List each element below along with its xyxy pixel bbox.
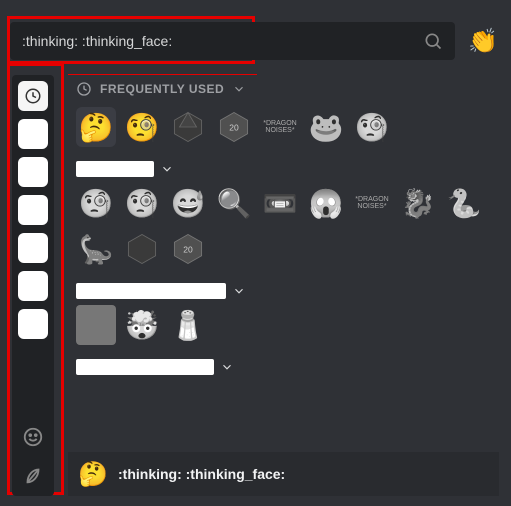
emoji-category-sidebar: [12, 75, 54, 496]
sidebar-server-2[interactable]: [18, 157, 48, 187]
emoji-sauropod[interactable]: 🦕: [76, 229, 116, 269]
server-c-label: [76, 359, 214, 375]
emoji-salt[interactable]: 🧂: [168, 305, 208, 345]
skin-tone-picker[interactable]: 👏: [467, 25, 499, 57]
chevron-down-icon: [160, 162, 174, 176]
frequently-used-row: 🤔 🧐 20 *DRAGONNOISES* 🐸 🧐: [68, 103, 499, 155]
sidebar-recent[interactable]: [18, 81, 48, 111]
emoji-d20-num[interactable]: 20: [214, 107, 254, 147]
emoji-frog[interactable]: 🐸: [306, 107, 346, 147]
emoji-search-input[interactable]: :thinking: :thinking_face:: [10, 22, 455, 60]
search-icon: [423, 31, 443, 51]
emoji-d20-dark[interactable]: [168, 107, 208, 147]
frequently-used-label: FREQUENTLY USED: [100, 82, 224, 96]
server-a-header[interactable]: [68, 155, 499, 179]
server-b-label: [76, 283, 226, 299]
emoji-grid: FREQUENTLY USED 🤔 🧐 20 *DRAGONNOISES* 🐸 …: [68, 75, 499, 496]
emoji-dragon[interactable]: 🐉: [398, 183, 438, 223]
clock-icon: [76, 81, 92, 97]
preview-thinking-icon: 🤔: [78, 459, 108, 489]
sidebar-server-4[interactable]: [18, 233, 48, 263]
sidebar-nature-category[interactable]: [18, 460, 48, 490]
chevron-down-icon: [232, 284, 246, 298]
emoji-snake[interactable]: 🐍: [444, 183, 484, 223]
emoji-monocle[interactable]: 🧐: [76, 183, 116, 223]
emoji-monocle[interactable]: 🧐: [122, 107, 162, 147]
preview-text: :thinking: :thinking_face:: [118, 466, 285, 482]
server-b-row: 🤯 🧂: [68, 301, 499, 353]
emoji-monocle-magnify[interactable]: 🔍: [214, 183, 254, 223]
emoji-thinking[interactable]: 🤔: [76, 107, 116, 147]
clap-icon: 👏: [468, 27, 498, 56]
emoji-dragon-noises-text[interactable]: *DRAGONNOISES*: [352, 183, 392, 223]
server-c-header[interactable]: [68, 353, 499, 377]
emoji-exploding-head[interactable]: 🤯: [122, 305, 162, 345]
emoji-cassette[interactable]: 📼: [260, 183, 300, 223]
sidebar-server-1[interactable]: [18, 119, 48, 149]
emoji-preview-bar: 🤔 :thinking: :thinking_face:: [68, 452, 499, 496]
server-b-header[interactable]: [68, 277, 499, 301]
emoji-monocle-gray[interactable]: 🧐: [352, 107, 392, 147]
emoji-scream-frog[interactable]: 😱: [306, 183, 346, 223]
top-bar: :thinking: :thinking_face: 👏: [10, 22, 499, 60]
svg-text:20: 20: [183, 244, 193, 254]
sidebar-people-category[interactable]: [18, 422, 48, 452]
chevron-down-icon: [232, 82, 246, 96]
emoji-grin-sweat[interactable]: 😅: [168, 183, 208, 223]
emoji-d20-dark-2[interactable]: [122, 229, 162, 269]
server-a-label: [76, 161, 154, 177]
emoji-monocle2[interactable]: 🧐: [122, 183, 162, 223]
chevron-down-icon: [220, 360, 234, 374]
server-a-row: 🧐 🧐 😅 🔍 📼 😱 *DRAGONNOISES* 🐉 🐍 🦕 20: [68, 179, 499, 277]
sidebar-server-3[interactable]: [18, 195, 48, 225]
sidebar-server-6[interactable]: [18, 309, 48, 339]
emoji-dragon-noises[interactable]: *DRAGONNOISES*: [260, 107, 300, 147]
search-value: :thinking: :thinking_face:: [22, 33, 423, 49]
emoji-d20-num-2[interactable]: 20: [168, 229, 208, 269]
sidebar-server-5[interactable]: [18, 271, 48, 301]
emoji-avatar-photo[interactable]: [76, 305, 116, 345]
frequently-used-header[interactable]: FREQUENTLY USED: [68, 75, 499, 103]
svg-text:20: 20: [229, 122, 239, 132]
